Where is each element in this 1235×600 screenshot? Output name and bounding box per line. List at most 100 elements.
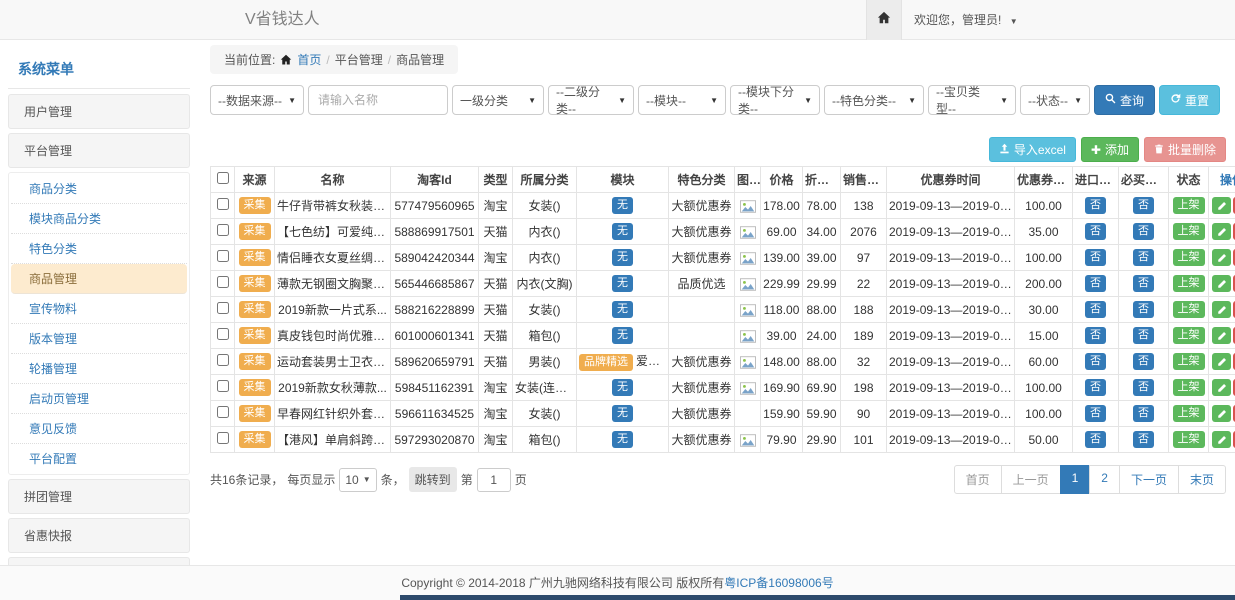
edit-button[interactable] (1212, 223, 1231, 240)
type-cell: 天猫 (479, 297, 513, 323)
status-toggle[interactable]: 上架 (1173, 197, 1205, 214)
sidebar-item-拼团管理[interactable]: 拼团管理 (8, 479, 190, 514)
row-checkbox[interactable] (217, 328, 229, 340)
add-button[interactable]: ✚ 添加 (1081, 137, 1139, 162)
row-checkbox[interactable] (217, 250, 229, 262)
pager-page-1[interactable]: 1 (1060, 465, 1091, 494)
import-select-toggle[interactable]: 否 (1085, 301, 1106, 318)
edit-button[interactable] (1212, 249, 1231, 266)
edit-button[interactable] (1212, 197, 1231, 214)
edit-button[interactable] (1212, 379, 1231, 396)
filter-select-6[interactable]: --状态--▼ (1020, 85, 1090, 115)
reset-button[interactable]: 重置 (1159, 85, 1220, 115)
must-buy-toggle[interactable]: 否 (1133, 431, 1154, 448)
filter-select-1[interactable]: --二级分类--▼ (548, 85, 634, 115)
row-checkbox[interactable] (217, 276, 229, 288)
status-toggle[interactable]: 上架 (1173, 379, 1205, 396)
import-select-toggle[interactable]: 否 (1085, 405, 1106, 422)
import-select-toggle[interactable]: 否 (1085, 223, 1106, 240)
icp-link[interactable]: 粤ICP备16098006号 (724, 576, 833, 590)
sidebar-subitem-意见反馈[interactable]: 意见反馈 (11, 414, 187, 444)
must-buy-toggle[interactable]: 否 (1133, 223, 1154, 240)
row-checkbox[interactable] (217, 406, 229, 418)
filter-select-2[interactable]: --模块--▼ (638, 85, 726, 115)
status-toggle[interactable]: 上架 (1173, 223, 1205, 240)
product-name-cell: 情侣睡衣女夏丝绸男士... (275, 245, 391, 271)
data-source-select[interactable]: --数据来源--▼ (210, 85, 304, 115)
edit-button[interactable] (1212, 327, 1231, 344)
status-toggle[interactable]: 上架 (1173, 353, 1205, 370)
jump-button[interactable]: 跳转到 (409, 467, 457, 492)
must-buy-toggle[interactable]: 否 (1133, 327, 1154, 344)
table-actions: 导入excel ✚ 添加 批量删除 (210, 137, 1226, 162)
edit-button[interactable] (1212, 275, 1231, 292)
row-checkbox[interactable] (217, 302, 229, 314)
status-toggle[interactable]: 上架 (1173, 301, 1205, 318)
breadcrumb-home-link[interactable]: 首页 (297, 51, 321, 68)
import-select-toggle[interactable]: 否 (1085, 327, 1106, 344)
import-select-toggle[interactable]: 否 (1085, 275, 1106, 292)
row-checkbox[interactable] (217, 224, 229, 236)
pager-prev[interactable]: 上一页 (1001, 465, 1061, 494)
batch-delete-button[interactable]: 批量删除 (1144, 137, 1226, 162)
module-cell: 无 (577, 427, 669, 453)
sidebar-item-用户管理[interactable]: 用户管理 (8, 94, 190, 129)
sidebar-subitem-轮播管理[interactable]: 轮播管理 (11, 354, 187, 384)
sidebar-subitem-版本管理[interactable]: 版本管理 (11, 324, 187, 354)
filter-select-3[interactable]: --模块下分类--▼ (730, 85, 820, 115)
must-buy-toggle[interactable]: 否 (1133, 379, 1154, 396)
import-select-toggle[interactable]: 否 (1085, 379, 1106, 396)
search-button[interactable]: 查询 (1094, 85, 1155, 115)
filter-select-5[interactable]: --宝贝类型--▼ (928, 85, 1016, 115)
status-toggle[interactable]: 上架 (1173, 327, 1205, 344)
row-checkbox[interactable] (217, 198, 229, 210)
must-buy-toggle[interactable]: 否 (1133, 275, 1154, 292)
edit-button[interactable] (1212, 353, 1231, 370)
import-select-toggle[interactable]: 否 (1085, 353, 1106, 370)
must-buy-toggle[interactable]: 否 (1133, 249, 1154, 266)
import-select-toggle[interactable]: 否 (1085, 249, 1106, 266)
filter-select-0[interactable]: 一级分类▼ (452, 85, 544, 115)
status-toggle[interactable]: 上架 (1173, 405, 1205, 422)
sidebar-subitem-商品管理[interactable]: 商品管理 (11, 264, 187, 294)
pager-next[interactable]: 下一页 (1119, 465, 1179, 494)
sidebar-item-平台管理[interactable]: 平台管理 (8, 133, 190, 168)
sidebar-menu: 用户管理平台管理商品分类模块商品分类特色分类商品管理宣传物料版本管理轮播管理启动… (8, 94, 190, 600)
home-button[interactable] (866, 0, 902, 40)
sidebar-subitem-商品分类[interactable]: 商品分类 (11, 174, 187, 204)
edit-button[interactable] (1212, 301, 1231, 318)
must-buy-toggle[interactable]: 否 (1133, 301, 1154, 318)
row-checkbox[interactable] (217, 432, 229, 444)
pager-first[interactable]: 首页 (954, 465, 1002, 494)
edit-button[interactable] (1212, 405, 1231, 422)
row-checkbox[interactable] (217, 380, 229, 392)
sidebar-subitem-宣传物料[interactable]: 宣传物料 (11, 294, 187, 324)
user-dropdown[interactable]: 欢迎您，管理员! ▼ (914, 0, 1018, 42)
import-excel-button[interactable]: 导入excel (989, 137, 1076, 162)
import-select-toggle[interactable]: 否 (1085, 431, 1106, 448)
sidebar-item-省惠快报[interactable]: 省惠快报 (8, 518, 190, 553)
pager-page-2[interactable]: 2 (1089, 465, 1120, 494)
category-cell: 内衣() (513, 219, 577, 245)
edit-button[interactable] (1212, 431, 1231, 448)
select-all-checkbox[interactable] (217, 172, 229, 184)
pager-last[interactable]: 末页 (1178, 465, 1226, 494)
must-buy-toggle[interactable]: 否 (1133, 197, 1154, 214)
status-toggle[interactable]: 上架 (1173, 275, 1205, 292)
status-cell: 上架 (1169, 349, 1209, 375)
page-number-input[interactable] (477, 468, 511, 492)
per-page-select[interactable]: 10 ▼ (339, 468, 376, 492)
product-thumbnail (740, 330, 756, 343)
status-toggle[interactable]: 上架 (1173, 249, 1205, 266)
sidebar-subitem-启动页管理[interactable]: 启动页管理 (11, 384, 187, 414)
must-buy-toggle[interactable]: 否 (1133, 353, 1154, 370)
row-checkbox[interactable] (217, 354, 229, 366)
must-buy-toggle[interactable]: 否 (1133, 405, 1154, 422)
sidebar-subitem-特色分类[interactable]: 特色分类 (11, 234, 187, 264)
sidebar-subitem-平台配置[interactable]: 平台配置 (11, 444, 187, 473)
name-search-input[interactable] (308, 85, 448, 115)
status-toggle[interactable]: 上架 (1173, 431, 1205, 448)
filter-select-4[interactable]: --特色分类--▼ (824, 85, 924, 115)
import-select-toggle[interactable]: 否 (1085, 197, 1106, 214)
sidebar-subitem-模块商品分类[interactable]: 模块商品分类 (11, 204, 187, 234)
